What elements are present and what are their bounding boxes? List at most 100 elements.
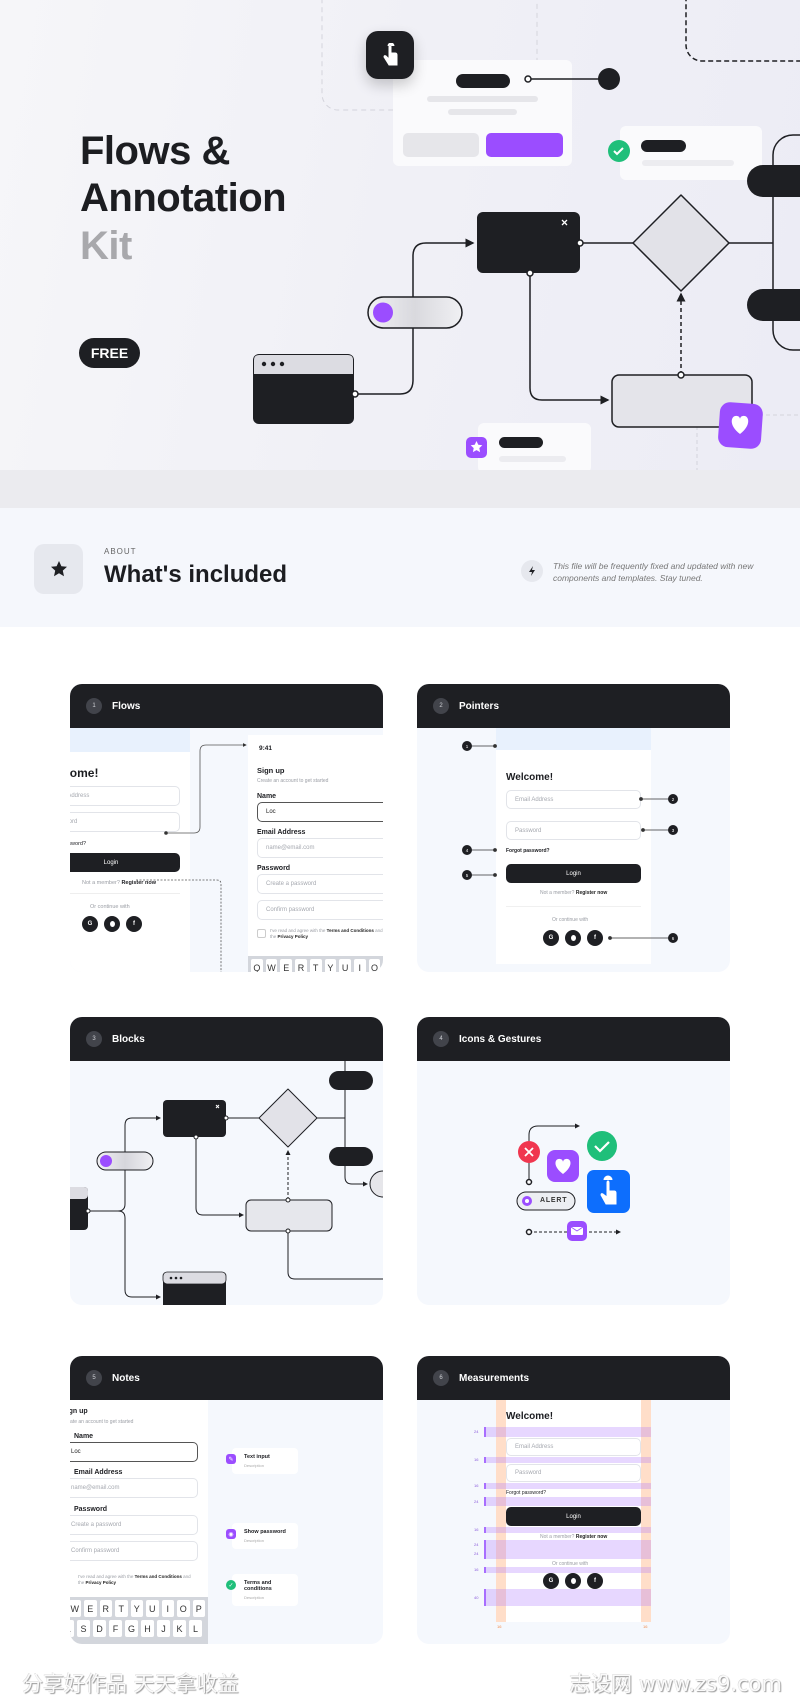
card-flows: 1Flows Welcome! Email Address Password F… — [70, 684, 383, 972]
spacing-label: 16 — [474, 1567, 479, 1572]
spacing-band — [484, 1427, 651, 1437]
key-o[interactable]: O — [177, 1600, 190, 1617]
facebook-button[interactable]: f — [587, 1573, 603, 1589]
pencil-icon: ✎ — [226, 1454, 236, 1464]
card-title: Notes — [112, 1372, 140, 1384]
key-s[interactable]: S — [77, 1620, 90, 1637]
hero-title-line3: Kit — [80, 224, 132, 268]
email-label: Email Address — [74, 1469, 123, 1476]
spacing-label: 24 — [474, 1551, 479, 1556]
password-input[interactable]: Password — [506, 1464, 641, 1482]
forgot-password-link[interactable]: Forgot password? — [506, 1490, 546, 1496]
tap-gesture-icon — [587, 1170, 630, 1213]
key-l[interactable]: L — [189, 1620, 202, 1637]
check-card — [620, 126, 762, 180]
card-title: Icons & Gestures — [459, 1033, 542, 1045]
card-number: 6 — [433, 1370, 449, 1386]
password-input[interactable]: Create a password — [70, 1515, 198, 1535]
pointer-badge: 1 — [462, 741, 472, 751]
key-f[interactable]: F — [109, 1620, 122, 1637]
spacing-label: 24 — [474, 1498, 479, 1504]
mail-icon — [567, 1221, 587, 1241]
bolt-icon — [521, 560, 543, 582]
key-a[interactable]: A — [70, 1620, 74, 1637]
pointer-badge: 4 — [462, 845, 472, 855]
login-button[interactable]: Login — [506, 1507, 641, 1526]
note-title: Terms and conditions — [244, 1580, 272, 1592]
card-title: Flows — [112, 700, 141, 712]
alert-label: ALERT — [540, 1197, 568, 1204]
card-number: 1 — [86, 698, 102, 714]
key-j[interactable]: J — [157, 1620, 170, 1637]
name-input[interactable]: Loc — [70, 1442, 198, 1462]
card-header: 3 Blocks — [70, 1017, 383, 1061]
key-h[interactable]: H — [141, 1620, 154, 1637]
card-notes: 5 Notes Sign up Create an account to get … — [70, 1356, 383, 1644]
key-d[interactable]: D — [93, 1620, 106, 1637]
apple-icon — [570, 1578, 576, 1584]
keyboard-row: QWERTYUIOP — [70, 1600, 205, 1617]
key-y[interactable]: Y — [130, 1600, 143, 1617]
heart-icon — [547, 1150, 579, 1182]
card-title: Pointers — [459, 700, 500, 712]
free-badge: FREE — [79, 338, 140, 368]
spacing-band — [484, 1589, 651, 1606]
key-r[interactable]: R — [99, 1600, 112, 1617]
spacing-band — [484, 1567, 651, 1573]
google-button[interactable]: G — [543, 1573, 559, 1589]
about-section: ABOUT What's included This file will be … — [0, 508, 800, 627]
hero-title-line2: Annotation — [80, 176, 287, 220]
key-t[interactable]: T — [115, 1600, 128, 1617]
tap-gesture-icon — [366, 31, 414, 79]
card-blocks: 3 Blocks — [70, 1017, 383, 1305]
apple-button[interactable] — [565, 1573, 581, 1589]
signup-screen: Sign up Create an account to get started… — [70, 1400, 208, 1644]
spacing-band — [484, 1549, 651, 1559]
card-title: Blocks — [112, 1033, 145, 1045]
key-k[interactable]: K — [173, 1620, 186, 1637]
note-card: ✓ Terms and conditions Description — [226, 1574, 298, 1606]
card-header: 6 Measurements — [417, 1356, 730, 1400]
signup-title: Sign up — [70, 1408, 88, 1415]
card-header: 4 Icons & Gestures — [417, 1017, 730, 1061]
spacing-label: 16 — [474, 1457, 479, 1462]
dashed-frame-dark — [685, 0, 800, 62]
name-label: Name — [74, 1433, 94, 1440]
privacy-link[interactable]: Privacy Policy — [86, 1580, 117, 1585]
divider-band — [0, 470, 800, 508]
decision-diamond — [258, 1088, 318, 1148]
confirm-password-input[interactable]: Confirm password — [70, 1541, 198, 1561]
key-g[interactable]: G — [125, 1620, 138, 1637]
spacing-band — [484, 1527, 651, 1533]
pointer-badge: 5 — [462, 870, 472, 880]
email-input[interactable]: Email Address — [506, 1438, 641, 1456]
card-pointers: 2 Pointers Welcome! Email Address Passwor… — [417, 684, 730, 972]
terms-link[interactable]: Terms and Conditions — [135, 1574, 182, 1579]
terms-text: I've read and agree with the — [78, 1574, 134, 1579]
key-u[interactable]: U — [146, 1600, 159, 1617]
spacing-label: 16 — [474, 1527, 479, 1532]
key-i[interactable]: I — [161, 1600, 174, 1617]
process-block — [245, 1199, 333, 1232]
pointer-badge: 3 — [668, 825, 678, 835]
key-w[interactable]: W — [70, 1600, 81, 1617]
card-number: 3 — [86, 1031, 102, 1047]
dark-block — [477, 212, 580, 273]
keyboard: QWERTYUIOP ASDFGHJKL — [70, 1597, 208, 1644]
check-icon — [587, 1131, 617, 1161]
spacing-band — [484, 1457, 651, 1463]
star-icon — [34, 544, 83, 594]
note-title: Show password — [244, 1529, 286, 1535]
note-card: ✎ Text input Description — [226, 1448, 298, 1474]
key-p[interactable]: P — [192, 1600, 205, 1617]
padding-label-right: 16 — [643, 1624, 648, 1629]
email-input[interactable]: name@email.com — [70, 1478, 198, 1498]
spacing-label: 24 — [474, 1541, 479, 1547]
pointer-badge: 6 — [668, 933, 678, 943]
card-number: 2 — [433, 698, 449, 714]
card-header: 5 Notes — [70, 1356, 383, 1400]
password-label: Password — [74, 1506, 108, 1513]
pointer-badge: 2 — [668, 794, 678, 804]
watermark-left: 分享好作品 天天拿收益 — [22, 1672, 239, 1696]
key-e[interactable]: E — [84, 1600, 97, 1617]
